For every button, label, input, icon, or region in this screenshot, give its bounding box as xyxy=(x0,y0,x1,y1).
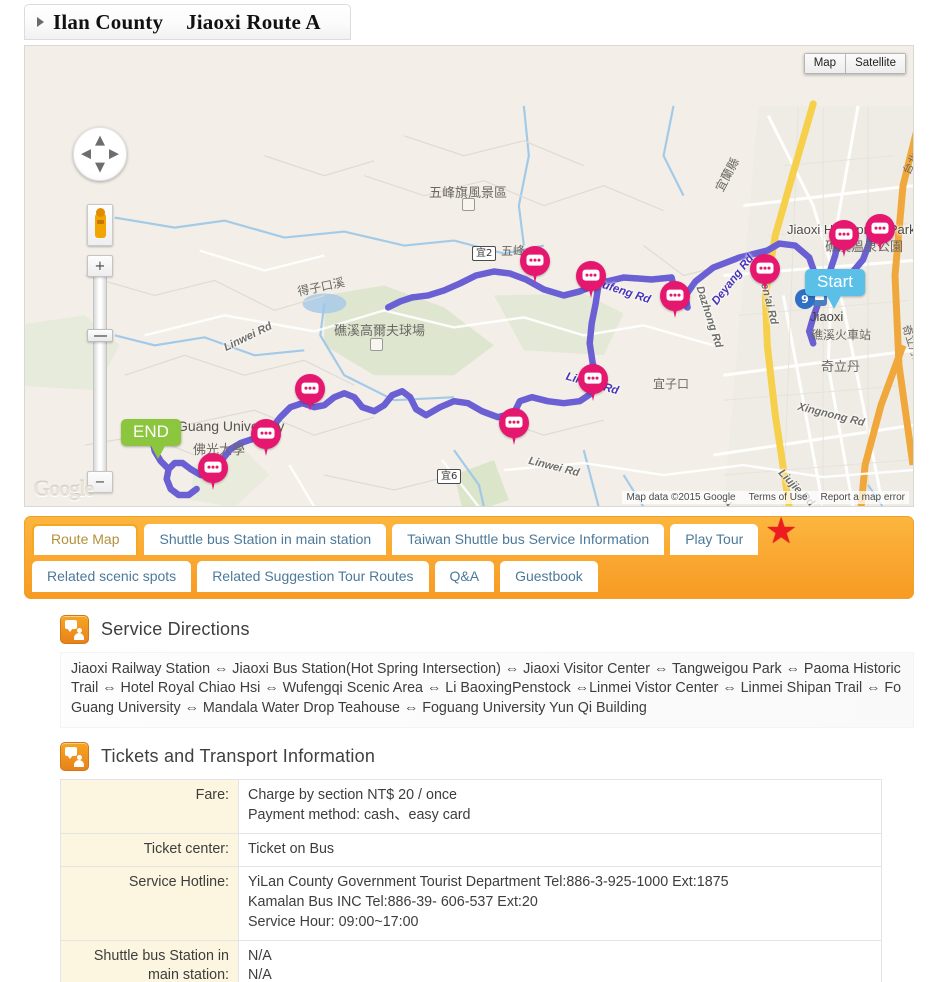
bus-stop-pin[interactable] xyxy=(576,261,606,298)
route-map[interactable]: 五峰旗風景區 得子口溪 礁溪高爾夫球場 礁溪溫泉公園 宜蘭縣 台北農路 礁溪火車… xyxy=(24,45,914,507)
page-title: Ilan County Jiaoxi Route A xyxy=(53,10,321,35)
section-title: Tickets and Transport Information xyxy=(101,746,376,767)
tab-taiwan-shuttle-bus-service[interactable]: Taiwan Shuttle bus Service Information xyxy=(392,524,665,555)
route-name: Jiaoxi Route A xyxy=(186,9,321,34)
tab-qa[interactable]: Q&A xyxy=(434,561,495,592)
tab-route-map[interactable]: Route Map xyxy=(32,524,139,555)
map-data-text: Map data ©2015 Google xyxy=(626,492,736,503)
place-icon xyxy=(462,198,475,211)
bus-stop-pin[interactable] xyxy=(499,408,529,445)
bus-icon xyxy=(666,289,684,301)
google-logo: Google xyxy=(33,476,94,501)
tab-guestbook[interactable]: Guestbook xyxy=(500,561,598,592)
row-value: Ticket on Bus xyxy=(238,832,882,868)
tab-related-scenic-spots[interactable]: Related scenic spots xyxy=(32,561,192,592)
bus-stop-pin[interactable] xyxy=(251,419,281,456)
pan-up-icon[interactable]: ▲ xyxy=(95,134,105,147)
pan-left-icon[interactable]: ◀ xyxy=(81,148,91,161)
place-icon xyxy=(370,338,383,351)
report-error-link[interactable]: Report a map error xyxy=(821,492,905,503)
tab-row-2: Related scenic spots Related Suggestion … xyxy=(32,561,906,592)
bus-stop-pin[interactable] xyxy=(578,364,608,401)
bus-icon xyxy=(835,228,853,240)
zoom-in-button[interactable]: + xyxy=(87,255,113,277)
service-directions-header: Service Directions xyxy=(60,615,914,644)
section-title: Service Directions xyxy=(101,619,250,639)
bus-stop-pin[interactable] xyxy=(750,254,780,291)
table-row: Ticket center: Ticket on Bus xyxy=(60,832,882,868)
county-name: Ilan County xyxy=(53,9,164,34)
table-row: Shuttle bus Station in main station: N/A… xyxy=(60,939,882,982)
pan-down-icon[interactable]: ▼ xyxy=(95,161,105,174)
bus-stop-pin[interactable] xyxy=(198,453,228,490)
bus-icon xyxy=(526,254,544,266)
content-area: Service Directions Jiaoxi Railway Statio… xyxy=(24,615,914,982)
zoom-slider-handle[interactable] xyxy=(87,329,113,342)
street-view-pegman-icon[interactable] xyxy=(87,204,113,246)
bus-icon xyxy=(505,416,523,428)
tab-bar: Route Map Shuttle bus Station in main st… xyxy=(24,513,914,599)
tab-play-tour[interactable]: Play Tour xyxy=(670,524,759,555)
triangle-right-icon xyxy=(37,17,44,27)
row-value: N/A N/A xyxy=(238,939,882,982)
bus-icon xyxy=(871,222,889,234)
tab-related-suggestion-routes[interactable]: Related Suggestion Tour Routes xyxy=(197,561,429,592)
map-type-control[interactable]: Map Satellite xyxy=(803,53,906,74)
row-value-line: Kamalan Bus INC Tel:886-39- 606-537 Ext:… xyxy=(248,894,538,911)
bus-stop-pin[interactable] xyxy=(660,281,690,318)
row-value-line: N/A xyxy=(248,947,272,964)
row-value: Charge by section NT$ 20 / once Payment … xyxy=(238,779,882,834)
row-value-line: Ticket on Bus xyxy=(248,840,335,857)
tickets-transport-table: Fare: Charge by section NT$ 20 / once Pa… xyxy=(60,779,882,982)
service-directions-text: Jiaoxi Railway Station ⇔ Jiaoxi Bus Stat… xyxy=(60,652,914,729)
row-value-line: N/A xyxy=(248,967,272,982)
zoom-slider-track[interactable] xyxy=(93,258,107,490)
page-header-tab[interactable]: Ilan County Jiaoxi Route A xyxy=(24,4,351,40)
start-marker[interactable]: Start xyxy=(805,269,865,309)
row-label: Ticket center: xyxy=(60,832,239,868)
bus-stop-pin[interactable] xyxy=(829,220,859,257)
row-value-line: Service Hour: 09:00~17:00 xyxy=(248,913,419,930)
tab-shuttle-bus-station[interactable]: Shuttle bus Station in main station xyxy=(144,524,387,555)
terms-of-use-link[interactable]: Terms of Use xyxy=(749,492,808,503)
map-type-satellite[interactable]: Satellite xyxy=(846,53,906,74)
pan-right-icon[interactable]: ▶ xyxy=(109,148,119,161)
highway-shield: 宜2 xyxy=(472,246,497,261)
tab-row-1: Route Map Shuttle bus Station in main st… xyxy=(32,524,906,555)
bus-icon xyxy=(257,427,275,439)
row-label: Shuttle bus Station in main station: xyxy=(60,939,239,982)
row-label: Service Hotline: xyxy=(60,866,239,941)
bus-icon xyxy=(204,461,222,473)
bus-icon xyxy=(584,372,602,384)
row-value-line: Charge by section NT$ 20 / once xyxy=(248,787,458,804)
map-pan-control[interactable]: ▲ ▼ ◀ ▶ xyxy=(73,127,127,181)
row-label: Fare: xyxy=(60,779,239,834)
end-marker[interactable]: END xyxy=(121,419,181,459)
bus-stop-pin[interactable] xyxy=(865,214,895,251)
bus-stop-pin[interactable] xyxy=(295,374,325,411)
bus-icon xyxy=(582,269,600,281)
row-value: YiLan County Government Tourist Departme… xyxy=(238,866,882,941)
row-value-line: YiLan County Government Tourist Departme… xyxy=(248,874,729,891)
row-value-line: Payment method: cash、easy card xyxy=(248,807,471,824)
service-directions-icon xyxy=(60,615,89,644)
table-row: Service Hotline: YiLan County Government… xyxy=(60,866,882,941)
highway-shield: 宜6 xyxy=(437,469,462,484)
map-attribution: Map data ©2015 Google Terms of Use Repor… xyxy=(622,491,909,504)
map-type-map[interactable]: Map xyxy=(803,53,847,74)
table-row: Fare: Charge by section NT$ 20 / once Pa… xyxy=(60,779,882,834)
tickets-transport-icon xyxy=(60,742,89,772)
bus-stop-pin[interactable] xyxy=(520,246,550,283)
bus-icon xyxy=(756,262,774,274)
tickets-transport-header: Tickets and Transport Information xyxy=(60,742,914,772)
bus-icon xyxy=(301,382,319,394)
